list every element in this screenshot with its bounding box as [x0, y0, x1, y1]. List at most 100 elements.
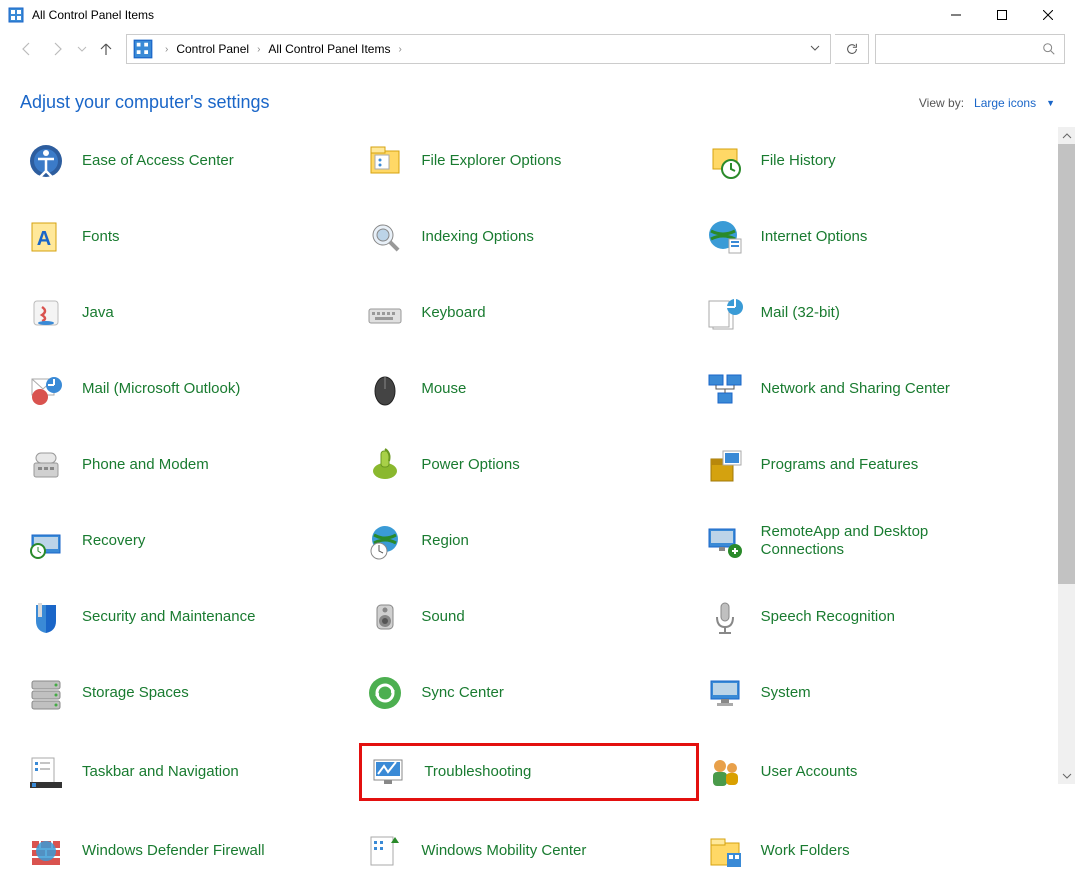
control-panel-item-file-history[interactable]: File History — [699, 135, 1038, 187]
refresh-button[interactable] — [835, 34, 869, 64]
item-label: Storage Spaces — [82, 684, 189, 702]
item-label: Region — [421, 532, 469, 550]
control-panel-item-power[interactable]: Power Options — [359, 439, 698, 491]
maximize-button[interactable] — [979, 0, 1025, 30]
chevron-right-icon[interactable]: › — [251, 44, 266, 55]
sound-icon — [363, 595, 407, 639]
mobility-icon — [363, 829, 407, 873]
item-label: Speech Recognition — [761, 608, 895, 626]
control-panel-item-folder-options[interactable]: File Explorer Options — [359, 135, 698, 187]
item-label: System — [761, 684, 811, 702]
workfolders-icon — [703, 829, 747, 873]
folder-options-icon — [363, 139, 407, 183]
item-label: Windows Mobility Center — [421, 842, 586, 860]
fonts-icon: A — [24, 215, 68, 259]
item-label: File History — [761, 152, 836, 170]
search-icon — [1042, 42, 1056, 56]
item-label: Power Options — [421, 456, 519, 474]
scroll-down-icon[interactable] — [1058, 767, 1075, 784]
item-label: Mail (Microsoft Outlook) — [82, 380, 240, 398]
control-panel-item-network[interactable]: Network and Sharing Center — [699, 363, 1038, 415]
item-label: Keyboard — [421, 304, 485, 322]
minimize-button[interactable] — [933, 0, 979, 30]
item-label: Indexing Options — [421, 228, 534, 246]
control-panel-item-region[interactable]: Region — [359, 515, 698, 567]
view-by-control[interactable]: View by: Large icons ▼ — [919, 96, 1055, 110]
control-panel-item-keyboard[interactable]: Keyboard — [359, 287, 698, 339]
control-panel-item-troubleshoot[interactable]: Troubleshooting — [359, 743, 698, 801]
item-label: Ease of Access Center — [82, 152, 234, 170]
sync-icon — [363, 671, 407, 715]
control-panel-item-speech[interactable]: Speech Recognition — [699, 591, 1038, 643]
firewall-icon — [24, 829, 68, 873]
control-panel-item-mouse[interactable]: Mouse — [359, 363, 698, 415]
item-label: Sync Center — [421, 684, 504, 702]
control-panel-item-programs[interactable]: Programs and Features — [699, 439, 1038, 491]
up-button[interactable] — [90, 33, 122, 65]
close-button[interactable] — [1025, 0, 1071, 30]
chevron-right-icon[interactable]: › — [392, 44, 407, 55]
item-label: Work Folders — [761, 842, 850, 860]
item-label: Programs and Features — [761, 456, 919, 474]
security-icon — [24, 595, 68, 639]
item-label: RemoteApp and Desktop Connections — [761, 523, 961, 559]
control-panel-item-security[interactable]: Security and Maintenance — [20, 591, 359, 643]
chevron-right-icon[interactable]: › — [159, 44, 174, 55]
control-panel-item-internet[interactable]: Internet Options — [699, 211, 1038, 263]
mail-outlook-icon — [24, 367, 68, 411]
search-input[interactable] — [875, 34, 1065, 64]
mail32-icon — [703, 291, 747, 335]
item-label: Internet Options — [761, 228, 868, 246]
item-label: Troubleshooting — [424, 763, 531, 781]
item-label: Windows Defender Firewall — [82, 842, 265, 860]
system-icon — [703, 671, 747, 715]
location-icon — [133, 39, 153, 59]
control-panel-item-workfolders[interactable]: Work Folders — [699, 825, 1038, 877]
control-panel-grid: Ease of Access Center File Explorer Optio… — [0, 127, 1058, 885]
control-panel-item-phone[interactable]: Phone and Modem — [20, 439, 359, 491]
region-icon — [363, 519, 407, 563]
item-label: Fonts — [82, 228, 120, 246]
control-panel-item-users[interactable]: User Accounts — [699, 743, 1038, 801]
control-panel-item-mail32[interactable]: Mail (32-bit) — [699, 287, 1038, 339]
control-panel-item-sync[interactable]: Sync Center — [359, 667, 698, 719]
control-panel-item-ease-access[interactable]: Ease of Access Center — [20, 135, 359, 187]
control-panel-item-indexing[interactable]: Indexing Options — [359, 211, 698, 263]
taskbar-icon — [24, 750, 68, 794]
scroll-up-icon[interactable] — [1058, 127, 1075, 144]
control-panel-item-mobility[interactable]: Windows Mobility Center — [359, 825, 698, 877]
keyboard-icon — [363, 291, 407, 335]
file-history-icon — [703, 139, 747, 183]
control-panel-item-storage[interactable]: Storage Spaces — [20, 667, 359, 719]
control-panel-item-system[interactable]: System — [699, 667, 1038, 719]
control-panel-item-recovery[interactable]: Recovery — [20, 515, 359, 567]
breadcrumb-current[interactable]: All Control Panel Items — [266, 42, 392, 56]
scroll-thumb[interactable] — [1058, 144, 1075, 584]
back-button[interactable] — [10, 33, 42, 65]
address-dropdown[interactable] — [800, 43, 830, 56]
recovery-icon — [24, 519, 68, 563]
breadcrumb-root[interactable]: Control Panel — [174, 42, 251, 56]
control-panel-item-fonts[interactable]: A Fonts — [20, 211, 359, 263]
control-panel-item-sound[interactable]: Sound — [359, 591, 698, 643]
scrollbar[interactable] — [1058, 127, 1075, 784]
network-icon — [703, 367, 747, 411]
page-title: Adjust your computer's settings — [20, 92, 270, 113]
indexing-icon — [363, 215, 407, 259]
control-panel-item-java[interactable]: Java — [20, 287, 359, 339]
item-label: Recovery — [82, 532, 145, 550]
users-icon — [703, 750, 747, 794]
troubleshoot-icon — [366, 750, 410, 794]
control-panel-item-taskbar[interactable]: Taskbar and Navigation — [20, 743, 359, 801]
remoteapp-icon — [703, 519, 747, 563]
mouse-icon — [363, 367, 407, 411]
address-bar[interactable]: › Control Panel › All Control Panel Item… — [126, 34, 831, 64]
header: Adjust your computer's settings View by:… — [0, 68, 1075, 127]
control-panel-item-firewall[interactable]: Windows Defender Firewall — [20, 825, 359, 877]
control-panel-item-remoteapp[interactable]: RemoteApp and Desktop Connections — [699, 515, 1038, 567]
item-label: Network and Sharing Center — [761, 380, 950, 398]
java-icon — [24, 291, 68, 335]
recent-locations-button[interactable] — [74, 33, 90, 65]
forward-button[interactable] — [42, 33, 74, 65]
control-panel-item-mail-outlook[interactable]: Mail (Microsoft Outlook) — [20, 363, 359, 415]
